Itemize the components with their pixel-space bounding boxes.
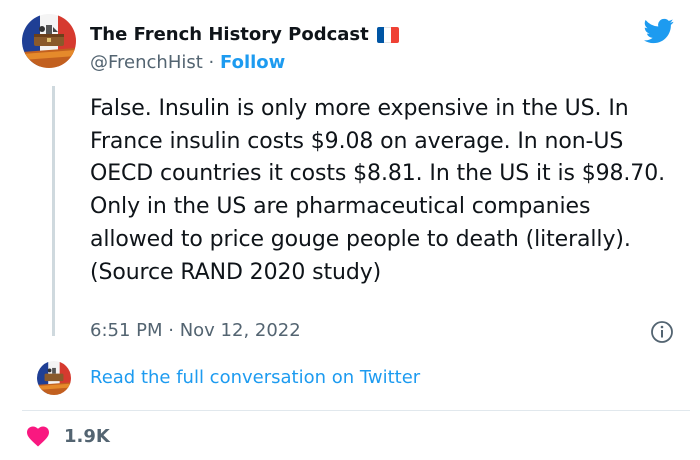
author-avatar[interactable] — [22, 14, 76, 68]
french-flag-crest-avatar-icon — [37, 361, 71, 395]
author-handle[interactable]: @FrenchHist — [90, 52, 203, 73]
conversation-avatar[interactable] — [37, 361, 71, 395]
handle-separator: · — [208, 52, 215, 73]
thread-line — [52, 86, 55, 336]
like-button[interactable]: 1.9K — [26, 425, 110, 447]
author-name-row: The French History Podcast — [90, 24, 399, 45]
french-flag-icon — [376, 26, 399, 43]
divider — [22, 410, 690, 411]
author-name[interactable]: The French History Podcast — [90, 24, 369, 45]
info-circle-icon[interactable] — [650, 320, 674, 344]
read-conversation-link[interactable]: Read the full conversation on Twitter — [90, 367, 420, 388]
tweet-timestamp[interactable]: 6:51 PM · Nov 12, 2022 — [90, 320, 301, 341]
twitter-bird-icon[interactable] — [642, 16, 676, 46]
tweet-text: False. Insulin is only more expensive in… — [90, 96, 665, 285]
likes-count: 1.9K — [64, 425, 110, 447]
follow-button[interactable]: Follow — [220, 52, 285, 73]
french-flag-crest-avatar-icon — [22, 14, 76, 68]
author-handle-row: @FrenchHist · Follow — [90, 52, 285, 73]
heart-icon — [27, 426, 49, 447]
